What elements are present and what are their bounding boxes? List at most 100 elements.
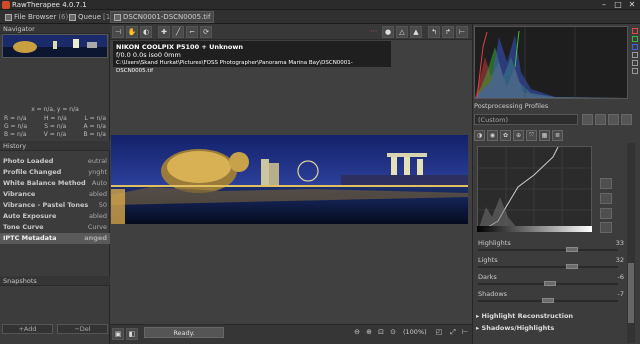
raw-tab-icon[interactable]: ▦	[539, 130, 550, 141]
tab-bar: File Browser (6) Queue [1] DSCN0001-DSCN…	[0, 10, 640, 24]
detail-tab-icon[interactable]: ◉	[487, 130, 498, 141]
title-bar: RawTherapee 4.0.7.1 – □ ✕	[0, 0, 640, 10]
load-profile-icon[interactable]	[582, 114, 593, 125]
delete-snapshot-button[interactable]: −Del	[57, 324, 108, 334]
app-icon	[2, 1, 10, 9]
shadow-clip-icon[interactable]: ●	[382, 26, 394, 38]
highlights-slider[interactable]: Highlights 33 ↶	[476, 239, 636, 257]
exposure-info: f/0.0 0.0s iso0 0mm	[116, 51, 181, 59]
history-item-selected[interactable]: IPTC Metadata anged	[0, 233, 110, 244]
zoom-fit-icon[interactable]: ⊡	[376, 327, 386, 337]
history-item[interactable]: White Balance Method Auto	[0, 178, 110, 189]
camera-info: NIKON COOLPIX P5100 + Unknown	[116, 43, 244, 51]
panorama-photo	[111, 135, 468, 224]
lights-slider[interactable]: Lights 32 ↶	[476, 256, 636, 274]
close-button[interactable]: ✕	[626, 0, 638, 10]
zoom-in-icon[interactable]: ⊕	[364, 327, 374, 337]
highlight-clip-icon[interactable]: △	[396, 26, 408, 38]
file-path: C:\Users\Skand Hurkat\Pictures\FOSS Phot…	[116, 60, 353, 74]
maximize-button[interactable]: □	[612, 0, 624, 10]
straighten-icon[interactable]: ⌐	[186, 26, 198, 38]
darks-slider[interactable]: Darks -6 ↶	[476, 273, 636, 291]
tab-label: File Browser	[14, 13, 57, 21]
save-profile-icon[interactable]	[595, 114, 606, 125]
transform-tab-icon[interactable]: ⤧	[526, 130, 537, 141]
history-item[interactable]: Vibrance - Pastel Tones 50	[0, 200, 110, 211]
metadata-tab-icon[interactable]: ≣	[552, 130, 563, 141]
save-curve-icon[interactable]	[600, 208, 612, 219]
histogram-blue-toggle[interactable]	[632, 44, 638, 50]
wb-picker-icon[interactable]: ◐	[140, 26, 152, 38]
tone-curve-editor[interactable]	[477, 146, 592, 232]
copy-profile-icon[interactable]	[608, 114, 619, 125]
histogram-bar-toggle[interactable]	[632, 68, 638, 74]
hand-tool-icon[interactable]: ✋	[126, 26, 138, 38]
tab-editor[interactable]: DSCN0001-DSCN0005.tif	[110, 11, 215, 23]
curve-gradient-bar[interactable]	[477, 226, 592, 232]
postprocessing-header: Postprocessing Profiles	[474, 102, 549, 110]
crop-icon[interactable]: ✚	[158, 26, 170, 38]
history-item[interactable]: Profile Changed ynght	[0, 167, 110, 178]
shadows-slider[interactable]: Shadows -7 ↶	[476, 290, 636, 308]
zoom-out-icon[interactable]: ⊖	[352, 327, 362, 337]
history-item[interactable]: Vibrance abled	[0, 189, 110, 200]
toggle-right-panel-icon[interactable]: ⊢	[456, 26, 468, 38]
snapshots-header: Snapshots	[0, 276, 110, 286]
snapshot-buttons: +Add −Del	[2, 324, 108, 334]
progress-status: Ready.	[144, 327, 224, 338]
history-header: History	[0, 141, 110, 151]
toggle-left-panel-icon[interactable]: ⊣	[112, 26, 124, 38]
tab-label: Queue	[78, 13, 101, 21]
open-curve-icon[interactable]	[600, 178, 612, 189]
history-item[interactable]: Tone Curve Curve	[0, 222, 110, 233]
add-snapshot-button[interactable]: +Add	[2, 324, 53, 334]
warning-icon[interactable]: ▲	[410, 26, 422, 38]
new-window-icon[interactable]: ◰	[434, 327, 444, 337]
histogram[interactable]	[474, 26, 628, 99]
minimize-button[interactable]: –	[598, 0, 610, 10]
zoom-100-icon[interactable]: ⊙	[388, 327, 398, 337]
zoom-level: (100%)	[403, 328, 427, 336]
thumbnail-image	[3, 35, 107, 57]
scrollbar-thumb[interactable]	[628, 263, 634, 323]
tab-file-browser[interactable]: File Browser (6)	[2, 11, 71, 23]
histogram-plot	[475, 27, 627, 99]
reset-curve-icon[interactable]	[600, 222, 612, 233]
before-after-icon[interactable]: ◧	[126, 328, 138, 340]
navigator-header: Navigator	[0, 24, 110, 34]
copy-curve-icon[interactable]	[600, 193, 612, 204]
histogram-raw-toggle[interactable]	[632, 60, 638, 66]
exposure-tab-icon[interactable]: ◑	[474, 130, 485, 141]
histogram-luminance-toggle[interactable]	[632, 52, 638, 58]
shadows-highlights-expander[interactable]: ▸ Shadows/Highlights	[476, 322, 636, 334]
image-icon	[114, 13, 121, 21]
color-tab-icon[interactable]: ✿	[500, 130, 511, 141]
highlight-reconstruction-expander[interactable]: ▸ Highlight Reconstruction	[476, 310, 636, 322]
right-panel-scrollbar[interactable]	[627, 143, 635, 343]
editor-toolbar: ⊣ ✋ ◐ ✚ ╱ ⌐ ⟳ ⋯ ● △ ▲ ↰ ↱ ⊢	[110, 24, 472, 40]
queue-icon	[69, 13, 76, 21]
profile-select[interactable]: (Custom)	[474, 114, 578, 125]
navigator-thumbnail[interactable]	[2, 34, 108, 58]
history-item[interactable]: Photo Loaded eutral	[0, 156, 110, 167]
lab-tab-icon[interactable]: ⊕	[513, 130, 524, 141]
history-item[interactable]: Auto Exposure abled	[0, 211, 110, 222]
tab-label: DSCN0001-DSCN0005.tif	[123, 13, 211, 21]
navigator-coordinates: x = n/a, y = n/a	[31, 106, 79, 113]
histogram-green-toggle[interactable]	[632, 36, 638, 42]
color-picker-icon[interactable]: ╱	[172, 26, 184, 38]
fullscreen-icon[interactable]: ⤢	[448, 327, 458, 337]
folder-icon	[5, 13, 12, 21]
panorama-image[interactable]	[111, 135, 468, 224]
tab-queue[interactable]: Queue [1]	[66, 11, 116, 23]
histogram-red-toggle[interactable]	[632, 28, 638, 34]
rotate-left-icon[interactable]: ↰	[428, 26, 440, 38]
clipping-dots-icon[interactable]: ⋯	[368, 26, 380, 38]
toggle-right-icon[interactable]: ⊢	[460, 327, 470, 337]
navigator-values: R = n/a H = n/a L = n/a G = n/a S = n/a A = …	[4, 115, 106, 138]
rotate-right-icon[interactable]: ↱	[442, 26, 454, 38]
paste-profile-icon[interactable]	[621, 114, 632, 125]
preview-icon[interactable]: ▣	[112, 328, 124, 340]
transform-icon[interactable]: ⟳	[200, 26, 212, 38]
window-title: RawTherapee 4.0.7.1	[12, 1, 87, 9]
